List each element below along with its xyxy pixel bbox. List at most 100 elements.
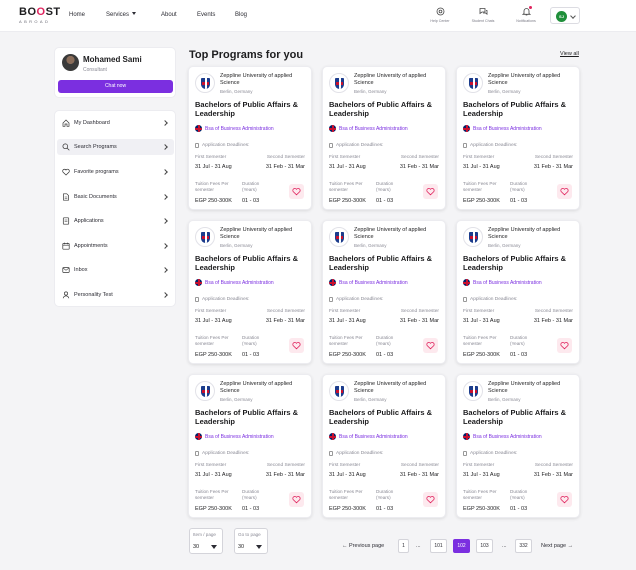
chevron-right-icon — [162, 169, 168, 175]
uk-flag-icon — [195, 125, 202, 132]
sidebar-item-search-programs[interactable]: Search Programs — [57, 139, 174, 155]
sidebar-item-label: Search Programs — [74, 144, 117, 150]
page-button[interactable]: 332 — [515, 539, 532, 553]
sidebar-item-my-dashboard[interactable]: My Dashboard — [57, 115, 174, 131]
school-name[interactable]: Bsa of Business Administration — [339, 434, 408, 440]
chevron-right-icon — [162, 120, 168, 126]
consultant-role: Consultant — [83, 67, 107, 73]
university-crest-icon — [469, 386, 478, 397]
school-name[interactable]: Bsa of Business Administration — [205, 280, 274, 286]
favorite-button[interactable] — [289, 492, 304, 507]
sidebar-item-inbox[interactable]: Inbox — [57, 262, 174, 278]
sidebar-item-label: Personality Test — [74, 292, 113, 298]
page-button[interactable]: 1 — [398, 539, 409, 553]
second-semester-value: 31 Feb - 31 Mar — [265, 164, 305, 170]
school-name[interactable]: Bsa of Business Administration — [473, 434, 542, 440]
nav-events[interactable]: Events — [197, 12, 215, 18]
duration-label: Duration (Years) — [510, 489, 528, 500]
sidebar-item-favorite-programs[interactable]: Favorite programs — [57, 164, 174, 180]
program-card[interactable]: Zeppline University of applied Science B… — [456, 220, 580, 364]
boost-abroad-logo[interactable]: BOOST ABROAD — [19, 7, 61, 25]
program-card[interactable]: Zeppline University of applied Science B… — [188, 374, 312, 518]
university-logo — [329, 227, 349, 247]
program-title[interactable]: Bachelors of Public Affairs & Leadership — [329, 100, 444, 118]
school-name[interactable]: Bsa of Business Administration — [339, 126, 408, 132]
favorite-button[interactable] — [423, 492, 438, 507]
page-button[interactable]: 103 — [476, 539, 493, 553]
heart-icon — [560, 495, 569, 504]
heart-icon — [426, 187, 435, 196]
university-name: Zeppline University of applied Science — [220, 381, 293, 394]
student-chats-button[interactable]: Student Chats — [466, 7, 500, 23]
favorite-button[interactable] — [557, 338, 572, 353]
chats-icon — [479, 7, 488, 16]
nav-services[interactable]: Services — [106, 12, 137, 18]
go-to-page-select[interactable]: Go to page 30 — [234, 528, 268, 554]
sidebar-item-appointments[interactable]: Appointments — [57, 238, 174, 254]
nav-blog[interactable]: Blog — [235, 12, 247, 18]
tuition-fees-value: EGP 250-300K — [463, 352, 500, 358]
deadline-label: Application Deadlines: — [470, 451, 518, 456]
second-semester-value: 31 Feb - 31 Mar — [399, 472, 439, 478]
program-title[interactable]: Bachelors of Public Affairs & Leadership — [329, 254, 444, 272]
first-semester-value: 31 Jul - 31 Aug — [195, 472, 232, 478]
favorite-button[interactable] — [557, 492, 572, 507]
first-semester-value: 31 Jul - 31 Aug — [463, 164, 500, 170]
view-all-link[interactable]: View all — [560, 51, 579, 57]
chat-now-button[interactable]: Chat now — [58, 80, 173, 93]
school-name[interactable]: Bsa of Business Administration — [473, 280, 542, 286]
school-name[interactable]: Bsa of Business Administration — [205, 434, 274, 440]
sidebar-item-personality-test[interactable]: Personality Test — [57, 287, 174, 303]
student-chats-label: Student Chats — [471, 19, 495, 23]
program-title[interactable]: Bachelors of Public Affairs & Leadership — [195, 408, 310, 426]
university-name: Zeppline University of applied Science — [354, 73, 427, 86]
sidebar-item-label: Favorite programs — [74, 169, 119, 175]
tuition-fees-label: Tuition Fees Per semester — [463, 181, 497, 192]
program-card[interactable]: Zeppline University of applied Science B… — [188, 66, 312, 210]
uk-flag-icon — [195, 433, 202, 440]
program-card[interactable]: Zeppline University of applied Science B… — [188, 220, 312, 364]
second-semester-label: Second Semester — [400, 463, 439, 468]
second-semester-label: Second Semester — [400, 155, 439, 160]
hourglass-icon — [329, 451, 333, 456]
program-title[interactable]: Bachelors of Public Affairs & Leadership — [463, 408, 578, 426]
program-title[interactable]: Bachelors of Public Affairs & Leadership — [195, 100, 310, 118]
heart-icon — [292, 341, 301, 350]
next-page-button[interactable]: Next page → — [541, 543, 573, 549]
program-card[interactable]: Zeppline University of applied Science B… — [322, 66, 446, 210]
favorite-button[interactable] — [423, 338, 438, 353]
favorite-button[interactable] — [289, 184, 304, 199]
page-button-current[interactable]: 102 — [453, 539, 470, 553]
duration-label: Duration (Years) — [376, 489, 394, 500]
notifications-button[interactable]: Notifications — [509, 6, 543, 23]
school-name[interactable]: Bsa of Business Administration — [339, 280, 408, 286]
program-title[interactable]: Bachelors of Public Affairs & Leadership — [195, 254, 310, 272]
notification-dot — [528, 6, 532, 9]
nav-home[interactable]: Home — [69, 12, 85, 18]
items-per-page-select[interactable]: Item / page 30 — [189, 528, 223, 554]
program-title[interactable]: Bachelors of Public Affairs & Leadership — [463, 100, 578, 118]
program-title[interactable]: Bachelors of Public Affairs & Leadership — [329, 408, 444, 426]
program-card[interactable]: Zeppline University of applied Science B… — [322, 220, 446, 364]
previous-page-button[interactable]: ← Previous page — [342, 543, 384, 549]
user-menu[interactable]: SJ — [550, 7, 580, 24]
program-card[interactable]: Zeppline University of applied Science B… — [456, 66, 580, 210]
page-button[interactable]: 101 — [430, 539, 447, 553]
uk-flag-icon — [463, 433, 470, 440]
deadline-label: Application Deadlines: — [202, 143, 250, 148]
university-crest-icon — [201, 386, 210, 397]
favorite-button[interactable] — [289, 338, 304, 353]
sidebar-item-basic-documents[interactable]: Basic Documents — [57, 189, 174, 205]
favorite-button[interactable] — [423, 184, 438, 199]
favorite-button[interactable] — [557, 184, 572, 199]
school-name[interactable]: Bsa of Business Administration — [205, 126, 274, 132]
duration-value: 01 - 03 — [242, 198, 260, 204]
nav-about[interactable]: About — [161, 12, 177, 18]
program-card[interactable]: Zeppline University of applied Science B… — [456, 374, 580, 518]
program-title[interactable]: Bachelors of Public Affairs & Leadership — [463, 254, 578, 272]
program-card[interactable]: Zeppline University of applied Science B… — [322, 374, 446, 518]
help-center-button[interactable]: Help Center — [423, 7, 457, 23]
school-name[interactable]: Bsa of Business Administration — [473, 126, 542, 132]
sidebar-item-applications[interactable]: Applications — [57, 213, 174, 229]
tuition-fees-value: EGP 250-300K — [463, 506, 500, 512]
